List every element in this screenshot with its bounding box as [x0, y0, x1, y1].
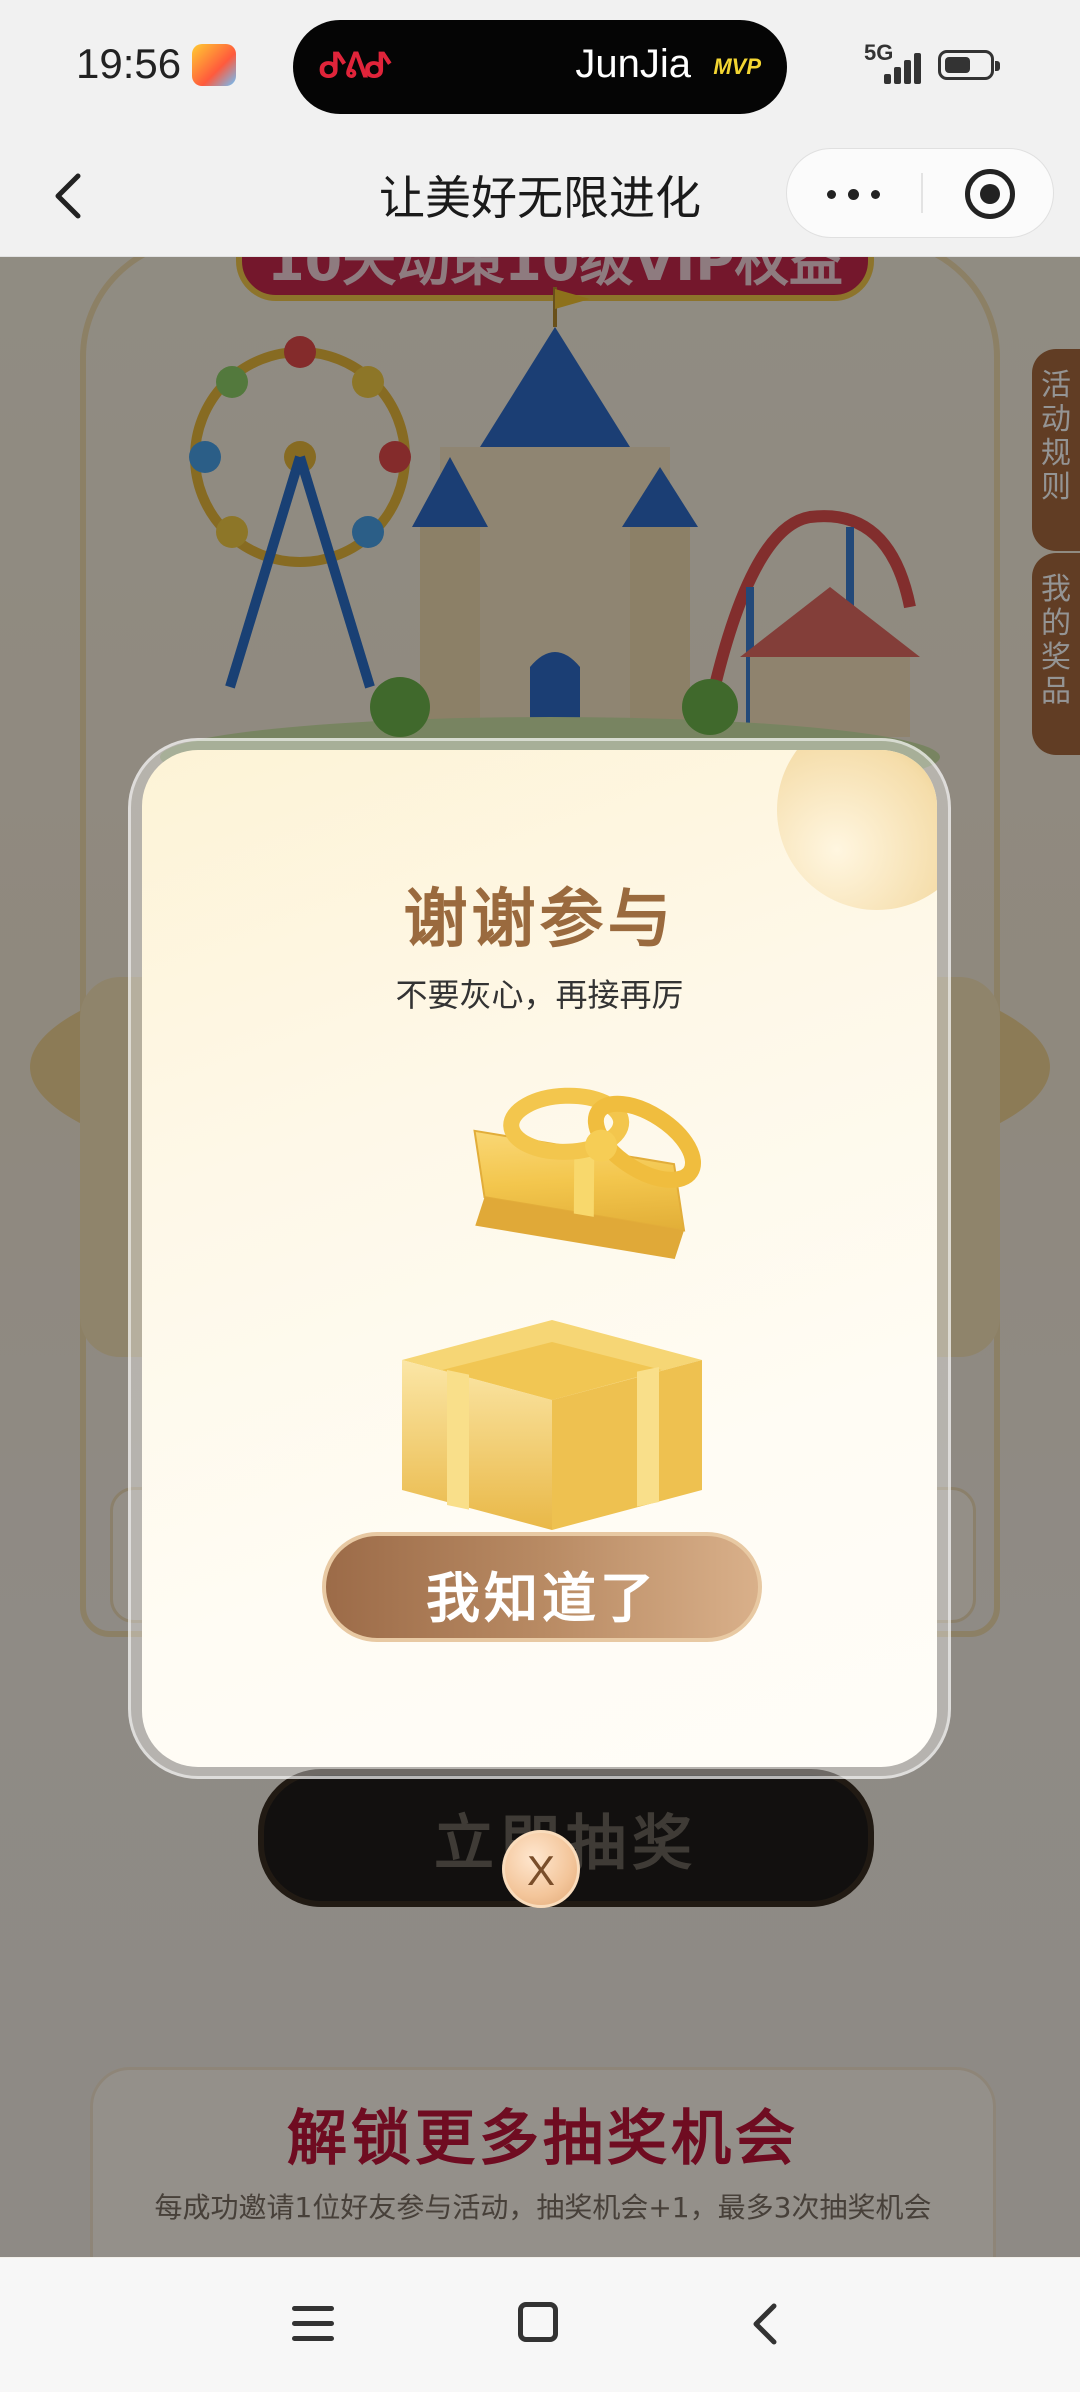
modal-subtitle: 不要灰心，再接再厉 [395, 976, 684, 1014]
mvp-badge: MVP [713, 54, 761, 79]
clock: 19:56 [76, 40, 182, 87]
status-bar: 19:56 ᕷᕕᕷ JunJia MVP 5G [0, 0, 1080, 134]
nav-bar: 让美好无限进化 [0, 134, 1080, 257]
island-player-name: JunJia [575, 42, 691, 86]
open-gift-box-icon [402, 1087, 702, 1530]
signal-icon [880, 48, 924, 84]
battery-level [945, 57, 970, 73]
close-miniprogram-button[interactable] [965, 169, 1015, 219]
home-button[interactable] [518, 2302, 558, 2342]
capsule-divider [921, 173, 923, 213]
capsule-menu [786, 148, 1054, 238]
video-app-icon [192, 44, 236, 86]
battery-icon [938, 50, 1000, 80]
back-arrow-icon [753, 2303, 777, 2345]
team-logo-icon: ᕷᕕᕷ [319, 47, 393, 85]
recent-apps-button[interactable] [292, 2304, 334, 2344]
dynamic-island[interactable]: ᕷᕕᕷ JunJia MVP [293, 20, 787, 114]
close-icon: X [526, 1847, 555, 1894]
system-back-button[interactable] [746, 2302, 786, 2346]
modal-title: 谢谢参与 [403, 883, 676, 957]
more-button[interactable] [787, 149, 919, 237]
result-modal: 谢谢参与 不要灰心，再接再厉 我知道了 [142, 750, 937, 1767]
system-nav-bar [0, 2258, 1080, 2392]
got-it-label: 我知道了 [426, 1567, 658, 1630]
got-it-button[interactable]: 我知道了 [322, 1532, 762, 1642]
modal-close-button[interactable]: X [502, 1830, 580, 1908]
